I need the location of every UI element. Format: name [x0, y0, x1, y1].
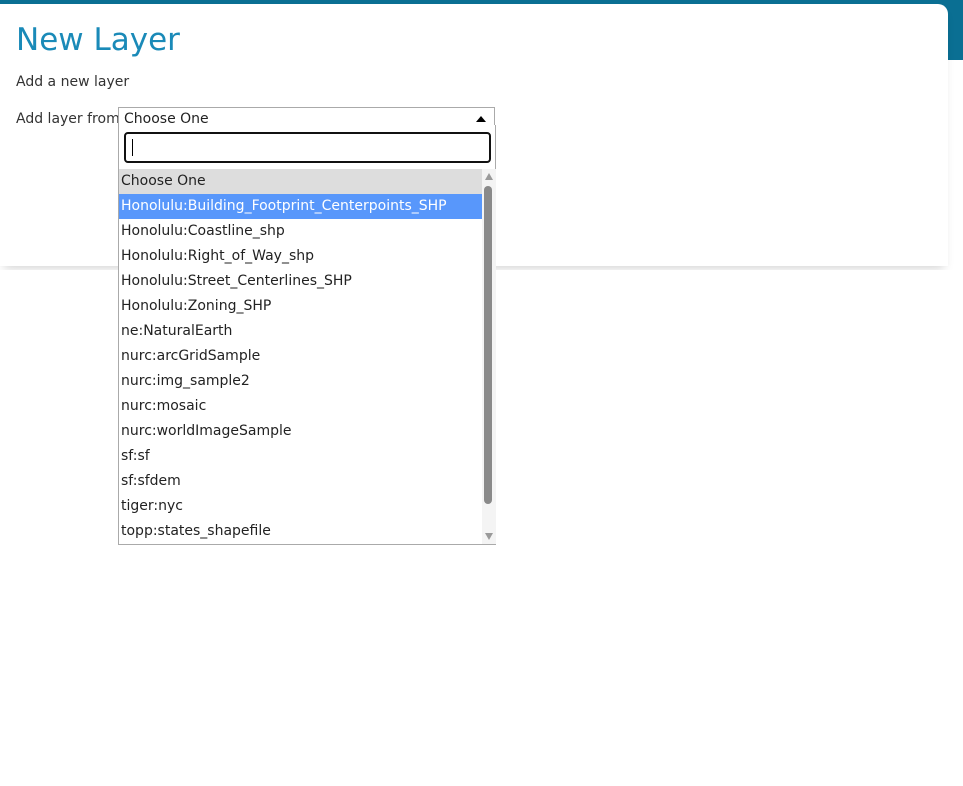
dropdown-option[interactable]: sf:sf [119, 444, 482, 469]
dropdown-option[interactable]: sf:sfdem [119, 469, 482, 494]
scroll-thumb[interactable] [484, 186, 492, 504]
dropdown-option[interactable]: Honolulu:Street_Centerlines_SHP [119, 269, 482, 294]
dropdown-option[interactable]: nurc:worldImageSample [119, 419, 482, 444]
dropdown-option[interactable]: nurc:mosaic [119, 394, 482, 419]
dropdown-option[interactable]: Honolulu:Coastline_shp [119, 219, 482, 244]
dropdown-search-input[interactable] [124, 132, 491, 163]
text-caret [132, 139, 133, 156]
dropdown-options-list: Choose One Honolulu:Building_Footprint_Ce… [119, 169, 482, 544]
dropdown-option[interactable]: Honolulu:Zoning_SHP [119, 294, 482, 319]
dropdown-option[interactable]: Honolulu:Building_Footprint_Centerpoints… [119, 194, 482, 219]
page-title: New Layer [16, 22, 180, 58]
dropdown-option[interactable]: ne:NaturalEarth [119, 319, 482, 344]
scroll-up-arrow-icon[interactable] [485, 173, 493, 180]
layer-source-dropdown: Choose One Honolulu:Building_Footprint_Ce… [118, 125, 496, 545]
dropdown-option[interactable]: tiger:nyc [119, 494, 482, 519]
dropdown-option[interactable]: nurc:img_sample2 [119, 369, 482, 394]
dropdown-option[interactable]: nurc:arcGridSample [119, 344, 482, 369]
triangle-up-icon[interactable] [476, 116, 486, 122]
dropdown-scrollbar[interactable] [482, 169, 496, 544]
dropdown-option[interactable]: Choose One [119, 169, 482, 194]
dropdown-option[interactable]: topp:states_shapefile [119, 519, 482, 544]
add-layer-label: Add layer from [16, 111, 120, 127]
scroll-down-arrow-icon[interactable] [485, 533, 493, 540]
dropdown-option[interactable]: Honolulu:Right_of_Way_shp [119, 244, 482, 269]
page-subtitle: Add a new layer [16, 74, 130, 90]
